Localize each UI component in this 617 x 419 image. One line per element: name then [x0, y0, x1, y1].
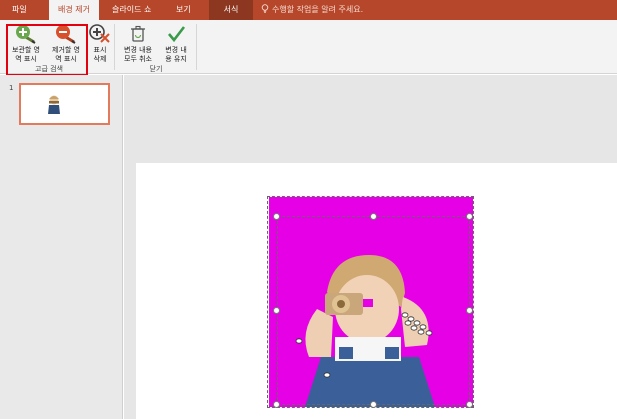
delete-mark-label-1: 표시	[93, 46, 107, 54]
menu-bar: 파일 배경 제거 슬라이드 쇼 보기 서식 수행할 작업을 알려 주세요.	[0, 0, 617, 20]
trash-icon	[131, 25, 145, 42]
delete-mark-button[interactable]: 표시 삭제	[88, 24, 112, 64]
marquee-handle[interactable]	[466, 213, 473, 220]
marquee-handle[interactable]	[273, 307, 280, 314]
delete-mark-label-2: 삭제	[93, 55, 107, 63]
tab-background-removal[interactable]: 배경 제거	[49, 0, 99, 20]
marquee-handle[interactable]	[273, 401, 280, 408]
tab-file[interactable]: 파일	[12, 0, 27, 20]
slide-number: 1	[9, 84, 14, 92]
keep-label-1: 변경 내	[165, 46, 187, 54]
tell-me-box[interactable]: 수행할 작업을 알려 주세요.	[261, 0, 363, 20]
marquee-handle[interactable]	[466, 401, 473, 408]
keep-area-marquee[interactable]	[277, 216, 470, 405]
keep-label-2: 용 유지	[165, 55, 187, 63]
marquee-handle[interactable]	[273, 213, 280, 220]
discard-label-1: 변경 내용	[124, 46, 152, 54]
checkmark-icon	[168, 26, 186, 43]
tell-me-text: 수행할 작업을 알려 주세요.	[272, 5, 364, 14]
keep-changes-button[interactable]: 변경 내 용 유지	[158, 24, 194, 64]
marquee-handle[interactable]	[370, 213, 377, 220]
tab-format[interactable]: 서식	[209, 0, 253, 20]
discard-label-2: 모두 취소	[124, 55, 152, 63]
delete-mark-icon	[89, 24, 110, 43]
tab-view[interactable]: 보기	[176, 0, 191, 20]
ribbon: 보관할 영 역 표시 제거할 영 역 표시 표시 삭제 고급 검색 변경 내용 …	[0, 20, 617, 74]
highlight-annotation-box	[6, 24, 88, 76]
discard-all-changes-button[interactable]: 변경 내용 모두 취소	[118, 24, 158, 64]
group-label-close: 닫기	[149, 65, 163, 73]
lightbulb-icon	[261, 4, 269, 13]
tab-slideshow[interactable]: 슬라이드 쇼	[112, 0, 151, 20]
marquee-handle[interactable]	[370, 401, 377, 408]
thumbnail-child-image	[48, 95, 60, 114]
ribbon-separator	[114, 24, 115, 70]
ribbon-separator	[196, 24, 197, 70]
marquee-handle[interactable]	[466, 307, 473, 314]
slide-thumbnail[interactable]	[19, 83, 110, 125]
slide-thumbnail-pane[interactable]: 1	[0, 75, 123, 419]
